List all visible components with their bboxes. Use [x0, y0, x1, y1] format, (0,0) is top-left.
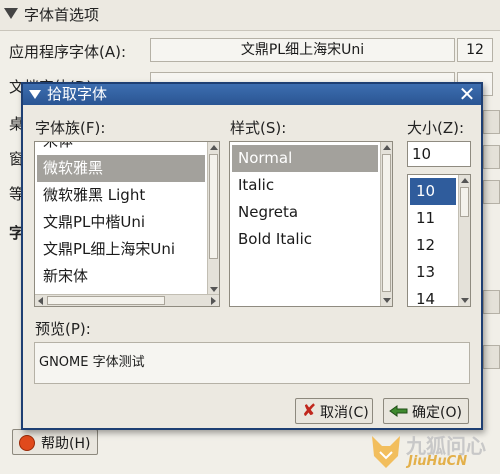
size-vscrollbar[interactable]: [458, 175, 470, 306]
scroll-up-icon[interactable]: [210, 145, 218, 150]
dialog-title: 拾取字体: [47, 85, 108, 103]
scroll-down-icon[interactable]: [210, 287, 218, 292]
style-label: 样式(S):: [230, 119, 287, 137]
app-font-size[interactable]: 12: [457, 38, 493, 62]
help-button-label: 帮助(H): [41, 436, 91, 452]
style-item-selected[interactable]: Normal: [232, 145, 378, 172]
scroll-left-icon[interactable]: [38, 297, 43, 305]
dialog-title-bar: 拾取字体 ✕: [23, 84, 481, 105]
style-item[interactable]: Italic: [232, 172, 378, 199]
style-vscrollbar[interactable]: [380, 142, 392, 306]
option-edge[interactable]: [483, 290, 500, 314]
family-hscrollbar[interactable]: [35, 294, 219, 306]
family-item[interactable]: 微软雅黑 Light: [37, 182, 205, 209]
style-item[interactable]: Negreta: [232, 199, 378, 226]
ok-button[interactable]: 确定(O): [383, 398, 469, 424]
pick-font-dialog: 拾取字体 ✕ 字体族(F): 样式(S): 大小(Z): 宋体 微软雅黑 微软雅…: [21, 82, 483, 430]
scroll-thumb[interactable]: [382, 154, 391, 292]
monospace-size-edge[interactable]: [483, 180, 500, 204]
close-icon[interactable]: ✕: [457, 84, 477, 105]
family-item-selected[interactable]: 微软雅黑: [37, 155, 205, 182]
size-input[interactable]: 10: [407, 141, 471, 167]
window-title-size-edge[interactable]: [483, 145, 500, 169]
cancel-button-label: 取消(C): [320, 405, 369, 421]
family-item[interactable]: 宋体: [37, 142, 205, 155]
size-item[interactable]: 11: [410, 205, 456, 232]
help-icon: [19, 435, 35, 451]
watermark-logo: 九狐问心 JiuHuCN: [360, 428, 500, 474]
help-button[interactable]: 帮助(H): [12, 429, 98, 455]
cancel-button[interactable]: ✘ 取消(C): [295, 398, 373, 424]
scroll-down-icon[interactable]: [383, 298, 391, 303]
scroll-up-icon[interactable]: [383, 145, 391, 150]
ok-button-label: 确定(O): [412, 405, 462, 421]
size-item-selected[interactable]: 10: [410, 178, 456, 205]
scroll-up-icon[interactable]: [461, 178, 469, 183]
watermark-subtext: JiuHuCN: [408, 454, 468, 469]
ok-hand-icon: [389, 405, 408, 417]
preview-field[interactable]: GNOME 字体测试: [34, 342, 470, 384]
family-label: 字体族(F):: [35, 119, 106, 137]
app-font-button[interactable]: 文鼎PL细上海宋Uni: [150, 38, 455, 62]
family-vscrollbar[interactable]: [207, 142, 219, 295]
size-item[interactable]: 14: [410, 286, 456, 306]
family-item[interactable]: 文鼎PL细上海宋Uni: [37, 236, 205, 263]
desktop-font-size-edge[interactable]: [483, 110, 500, 134]
fox-logo-icon: [372, 436, 400, 468]
style-list[interactable]: Normal Italic Negreta Bold Italic: [229, 141, 393, 307]
option-edge-2[interactable]: [483, 345, 500, 369]
preferences-window-title: 字体首选项: [24, 6, 100, 24]
preview-label: 预览(P):: [35, 320, 91, 338]
app-font-label: 应用程序字体(A):: [9, 43, 127, 61]
family-item[interactable]: 新宋体: [37, 263, 205, 290]
cancel-icon: ✘: [302, 401, 317, 421]
size-item[interactable]: 13: [410, 259, 456, 286]
preferences-title-bar: 字体首选项: [0, 0, 500, 31]
family-item[interactable]: 文鼎PL中楷Uni: [37, 209, 205, 236]
dialog-menu-icon[interactable]: [29, 90, 41, 99]
size-label: 大小(Z):: [407, 119, 465, 137]
scroll-right-icon[interactable]: [211, 297, 216, 305]
size-list[interactable]: 10 11 12 13 14: [407, 174, 471, 307]
window-menu-icon[interactable]: [4, 8, 18, 19]
scroll-thumb[interactable]: [460, 187, 469, 217]
scroll-thumb[interactable]: [209, 154, 218, 259]
scroll-thumb[interactable]: [47, 296, 165, 305]
family-list[interactable]: 宋体 微软雅黑 微软雅黑 Light 文鼎PL中楷Uni 文鼎PL细上海宋Uni…: [34, 141, 220, 307]
scroll-down-icon[interactable]: [461, 298, 469, 303]
size-item[interactable]: 12: [410, 232, 456, 259]
style-item[interactable]: Bold Italic: [232, 226, 378, 253]
